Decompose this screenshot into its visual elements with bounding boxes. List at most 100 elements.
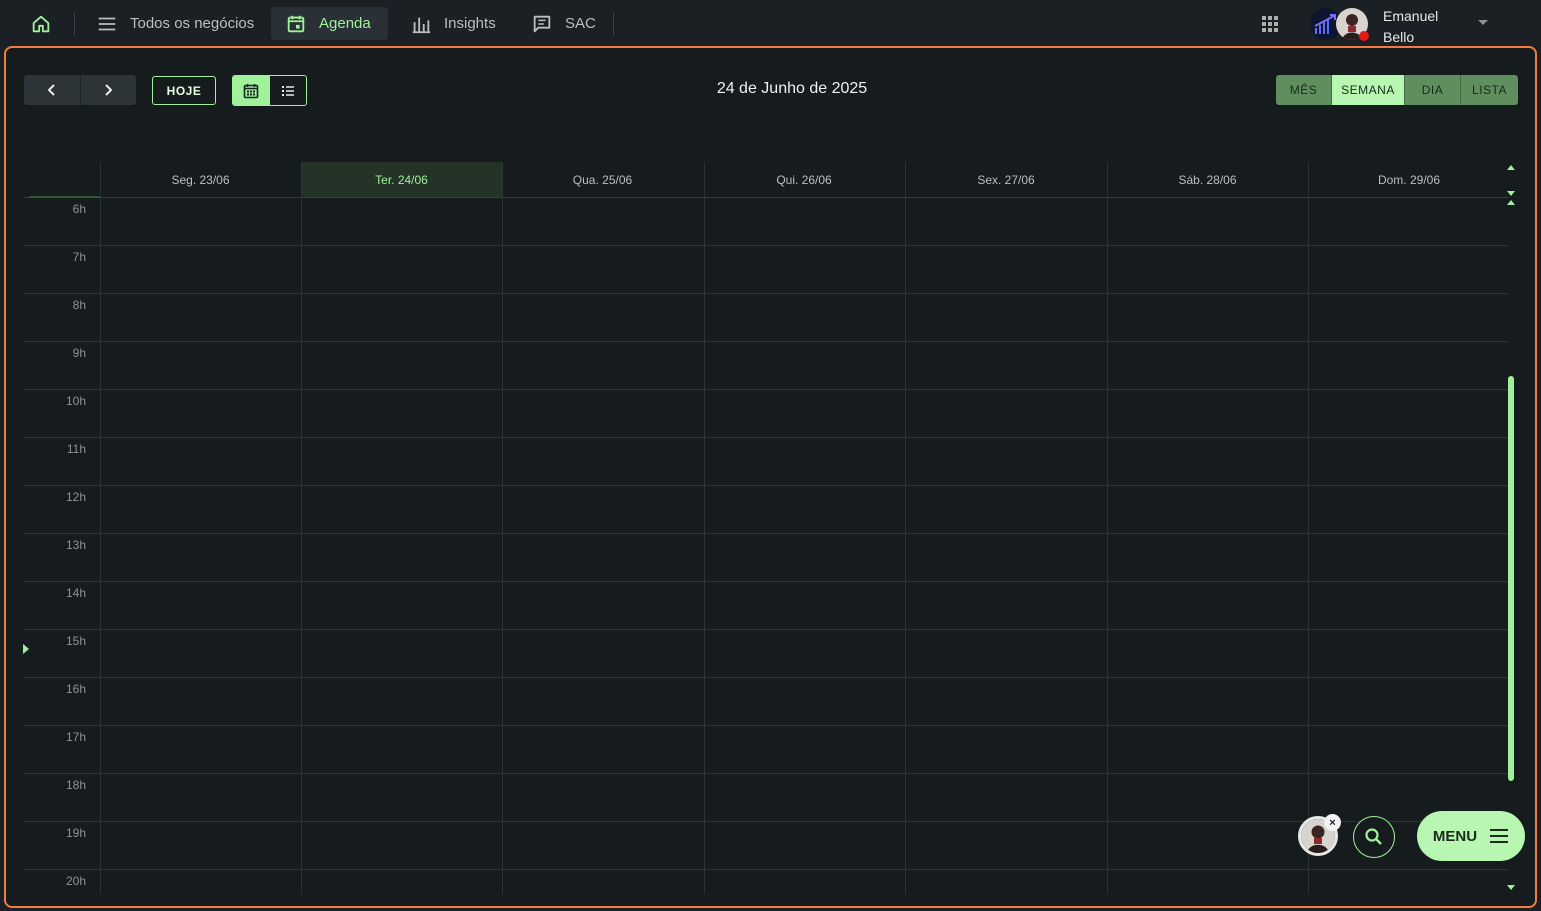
grid-column-line xyxy=(1308,162,1309,894)
apps-grid-icon xyxy=(1262,16,1278,32)
grid-hour-line xyxy=(24,485,1508,486)
grid-hour-line xyxy=(24,533,1508,534)
day-header-thu[interactable]: Qui. 26/06 xyxy=(703,162,905,198)
grid-hour-line xyxy=(24,677,1508,678)
menu-lines-icon xyxy=(98,17,116,30)
range-week-button[interactable]: SEMANA xyxy=(1331,75,1404,105)
previous-button[interactable] xyxy=(24,75,80,105)
status-badge xyxy=(1359,31,1369,41)
day-header-fri[interactable]: Sex. 27/06 xyxy=(905,162,1107,198)
nav-item-sac[interactable]: SAC xyxy=(517,7,610,40)
close-icon[interactable]: × xyxy=(1324,814,1341,831)
hour-label: 17h xyxy=(65,730,86,744)
top-navigation-bar: Todos os negócios Agenda Insights SAC Em… xyxy=(0,0,1541,46)
chevron-left-icon xyxy=(47,84,55,96)
user-name: Emanuel Bello xyxy=(1383,6,1438,48)
grid-hour-line xyxy=(24,725,1508,726)
hour-label: 8h xyxy=(72,298,86,312)
day-header-sat[interactable]: Sáb. 28/06 xyxy=(1107,162,1308,198)
nav-item-label: SAC xyxy=(565,15,596,32)
menu-button[interactable]: MENU xyxy=(1417,811,1525,861)
user-first-name: Emanuel xyxy=(1383,8,1439,24)
nav-item-label: Todos os negócios xyxy=(130,15,255,32)
hour-label: 16h xyxy=(65,682,86,696)
grid-hour-line xyxy=(24,773,1508,774)
home-button[interactable] xyxy=(26,9,56,39)
calendar-icon xyxy=(287,15,305,32)
day-header-wed[interactable]: Qua. 25/06 xyxy=(502,162,703,198)
grid-hour-line xyxy=(24,293,1508,294)
nav-item-label: Agenda xyxy=(319,15,371,32)
grid-column-line xyxy=(502,162,503,894)
hour-label: 9h xyxy=(72,346,86,360)
week-grid: Seg. 23/06 Ter. 24/06 Qua. 25/06 Qui. 26… xyxy=(23,162,1510,894)
hour-label: 7h xyxy=(72,250,86,264)
hamburger-icon xyxy=(1490,829,1509,843)
grid-hour-line xyxy=(24,629,1508,630)
calendar-panel: HOJE 24 de Junho de 2025 MÊS SEMANA DIA … xyxy=(4,46,1537,908)
search-button[interactable] xyxy=(1353,816,1395,858)
grid-hour-line xyxy=(24,869,1508,870)
scroll-up-arrow-icon[interactable] xyxy=(1507,165,1515,170)
calendar-view-button[interactable] xyxy=(233,76,270,105)
user-last-name: Bello xyxy=(1383,29,1415,45)
hour-label: 18h xyxy=(65,778,86,792)
nav-divider xyxy=(74,12,75,36)
list-icon xyxy=(281,85,294,96)
grid-column-line xyxy=(1107,162,1108,894)
calendar-grid-icon xyxy=(243,83,259,98)
grid-hour-line xyxy=(24,437,1508,438)
hour-label: 19h xyxy=(65,826,86,840)
today-button[interactable]: HOJE xyxy=(152,76,216,105)
current-time-indicator xyxy=(23,644,29,654)
grid-hour-line xyxy=(24,341,1508,342)
scroll-up-arrow-icon[interactable] xyxy=(1507,200,1515,205)
day-header-mon[interactable]: Seg. 23/06 xyxy=(100,162,301,198)
apps-button[interactable] xyxy=(1258,12,1282,36)
scrollbar-thumb[interactable] xyxy=(1508,376,1514,781)
day-header-tue[interactable]: Ter. 24/06 xyxy=(301,162,502,198)
grid-hour-line xyxy=(24,821,1508,822)
nav-item-label: Insights xyxy=(444,15,496,32)
scroll-down-arrow-icon[interactable] xyxy=(1507,191,1515,196)
grid-column-line xyxy=(100,162,101,894)
next-button[interactable] xyxy=(79,75,136,105)
nav-item-agenda[interactable]: Agenda xyxy=(271,7,388,40)
range-list-button[interactable]: LISTA xyxy=(1460,75,1518,105)
header-divider xyxy=(24,197,1508,198)
day-header-sun[interactable]: Dom. 29/06 xyxy=(1308,162,1510,198)
period-navigation xyxy=(24,75,136,105)
list-view-button[interactable] xyxy=(270,76,307,105)
scroll-down-arrow-icon[interactable] xyxy=(1507,885,1515,890)
menu-button-label: MENU xyxy=(1432,827,1478,845)
hour-label: 6h xyxy=(72,202,86,216)
user-menu[interactable]: Emanuel Bello xyxy=(1310,4,1510,45)
hour-label: 15h xyxy=(65,634,86,648)
search-icon xyxy=(1365,828,1382,845)
gutter-marker xyxy=(29,196,100,198)
hour-label: 13h xyxy=(65,538,86,552)
caret-down-icon[interactable] xyxy=(1478,20,1488,25)
grid-hour-line xyxy=(24,245,1508,246)
hour-label: 11h xyxy=(66,442,86,456)
view-toggle xyxy=(232,75,307,106)
hour-label: 20h xyxy=(65,874,86,888)
hour-label: 12h xyxy=(65,490,86,504)
home-icon xyxy=(32,15,50,33)
hour-label: 14h xyxy=(65,586,86,600)
current-date-title: 24 de Junho de 2025 xyxy=(716,80,868,97)
bar-chart-icon xyxy=(412,17,431,33)
grid-hour-line xyxy=(24,389,1508,390)
grid-column-line xyxy=(905,162,906,894)
grid-column-line xyxy=(704,162,705,894)
nav-divider xyxy=(613,12,614,36)
grid-column-line xyxy=(301,162,302,894)
chat-icon xyxy=(533,15,551,32)
range-selector: MÊS SEMANA DIA LISTA xyxy=(1276,75,1518,105)
nav-item-all-deals[interactable]: Todos os negócios xyxy=(82,7,268,40)
chevron-right-icon xyxy=(105,84,113,96)
nav-item-insights[interactable]: Insights xyxy=(396,7,510,40)
range-day-button[interactable]: DIA xyxy=(1404,75,1460,105)
hour-label: 10h xyxy=(65,394,86,408)
range-month-button[interactable]: MÊS xyxy=(1276,75,1331,105)
